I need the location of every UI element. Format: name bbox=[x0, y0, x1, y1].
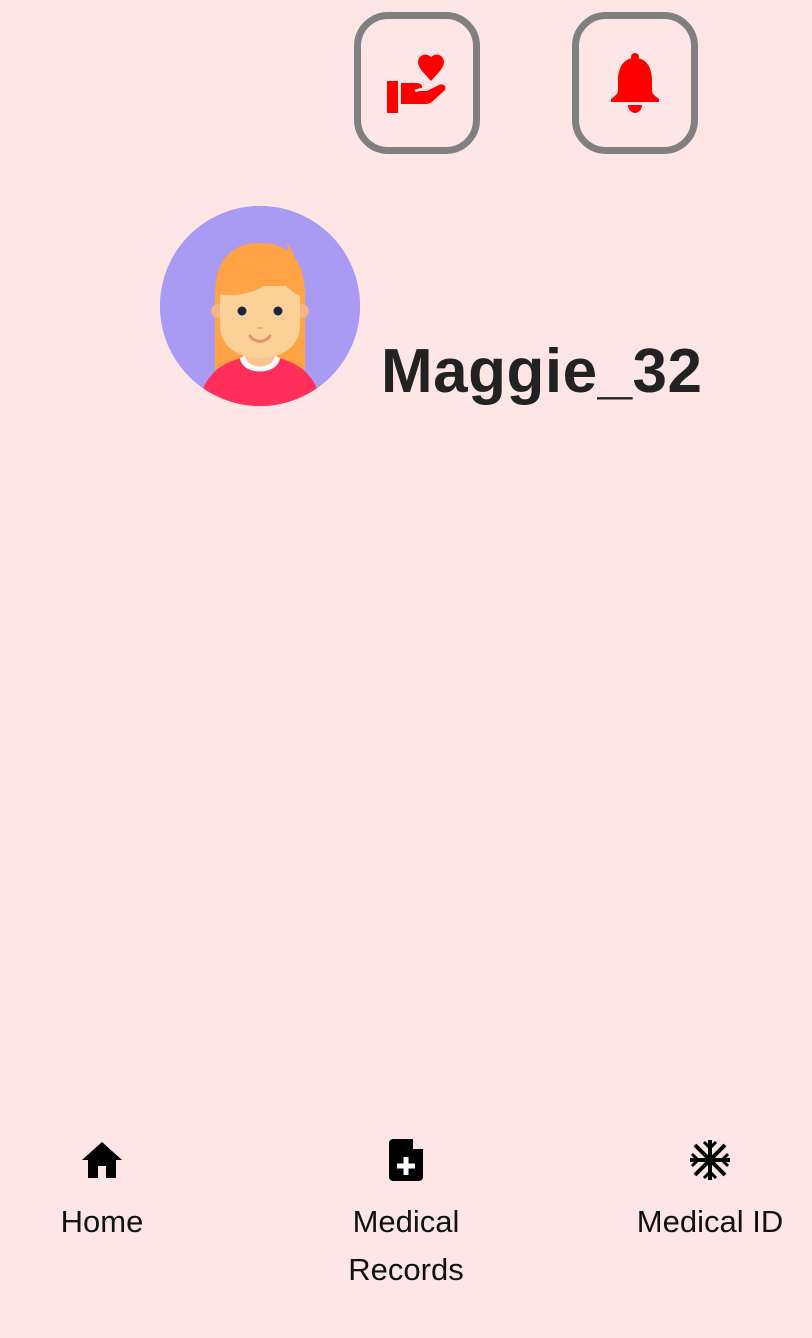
notifications-button[interactable] bbox=[572, 12, 698, 154]
home-icon bbox=[81, 1130, 123, 1190]
nav-label-medical-id: Medical ID bbox=[636, 1204, 784, 1239]
avatar bbox=[160, 206, 360, 406]
nav-label-home: Home bbox=[60, 1204, 144, 1239]
bottom-nav: Home Medical Records Medical ID bbox=[0, 1130, 812, 1310]
nav-label-medical-records: Medical Records bbox=[348, 1204, 464, 1287]
medical-file-icon bbox=[389, 1130, 423, 1190]
hand-holding-heart-icon bbox=[385, 53, 449, 113]
username: Maggie_32 bbox=[381, 337, 703, 406]
nav-item-home[interactable]: Home bbox=[2, 1130, 202, 1246]
nav-item-medical-records[interactable]: Medical Records bbox=[306, 1130, 506, 1294]
nav-item-medical-id[interactable]: Medical ID bbox=[610, 1130, 810, 1246]
asterisk-icon bbox=[689, 1130, 731, 1190]
bell-icon bbox=[609, 52, 661, 114]
care-button[interactable] bbox=[354, 12, 480, 154]
